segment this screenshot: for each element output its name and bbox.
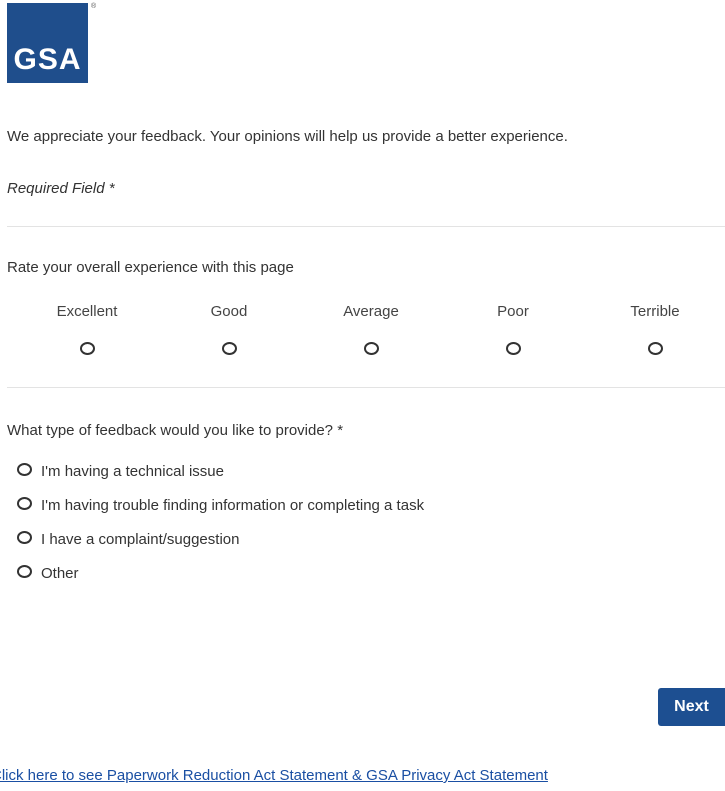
intro-text: We appreciate your feedback. Your opinio… <box>7 128 568 145</box>
required-field-note: Required Field * <box>7 180 115 197</box>
feedback-option-other[interactable]: Other <box>17 565 79 582</box>
feedback-option-label: I have a complaint/suggestion <box>41 531 240 548</box>
radio-complaint[interactable] <box>17 531 32 544</box>
next-button[interactable]: Next <box>658 688 725 726</box>
radio-good[interactable] <box>221 342 237 355</box>
feedback-option-complaint[interactable]: I have a complaint/suggestion <box>17 531 239 548</box>
radio-terrible[interactable] <box>647 342 663 355</box>
divider <box>7 226 725 227</box>
rating-option-average[interactable]: Average <box>311 302 431 359</box>
rating-option-good[interactable]: Good <box>169 302 289 359</box>
radio-excellent[interactable] <box>79 342 95 355</box>
feedback-option-label: Other <box>41 565 79 582</box>
radio-poor[interactable] <box>505 342 521 355</box>
radio-technical-issue[interactable] <box>17 463 32 476</box>
radio-average[interactable] <box>363 342 379 355</box>
feedback-option-label: I'm having trouble finding information o… <box>41 497 425 514</box>
radio-trouble-finding[interactable] <box>17 497 32 510</box>
rating-option-label: Excellent <box>56 303 118 320</box>
feedback-option-label: I'm having a technical issue <box>41 463 224 480</box>
rating-option-poor[interactable]: Poor <box>453 302 573 359</box>
registered-mark: ® <box>91 3 97 10</box>
feedback-option-trouble-finding[interactable]: I'm having trouble finding information o… <box>17 497 424 514</box>
feedback-type-question-label: What type of feedback would you like to … <box>7 422 344 439</box>
rating-option-label: Poor <box>497 303 529 320</box>
gsa-logo: GSA <box>7 3 88 83</box>
privacy-statement-link[interactable]: Click here to see Paperwork Reduction Ac… <box>0 767 548 784</box>
rating-option-excellent[interactable]: Excellent <box>27 302 147 359</box>
rating-option-label: Terrible <box>630 303 680 320</box>
gsa-logo-text: GSA <box>13 43 82 76</box>
feedback-option-technical-issue[interactable]: I'm having a technical issue <box>17 463 224 480</box>
rating-option-terrible[interactable]: Terrible <box>595 302 715 359</box>
rating-option-label: Good <box>210 303 248 320</box>
divider <box>7 387 725 388</box>
rating-question-label: Rate your overall experience with this p… <box>7 259 294 276</box>
radio-other[interactable] <box>17 565 32 578</box>
rating-option-label: Average <box>343 303 399 320</box>
